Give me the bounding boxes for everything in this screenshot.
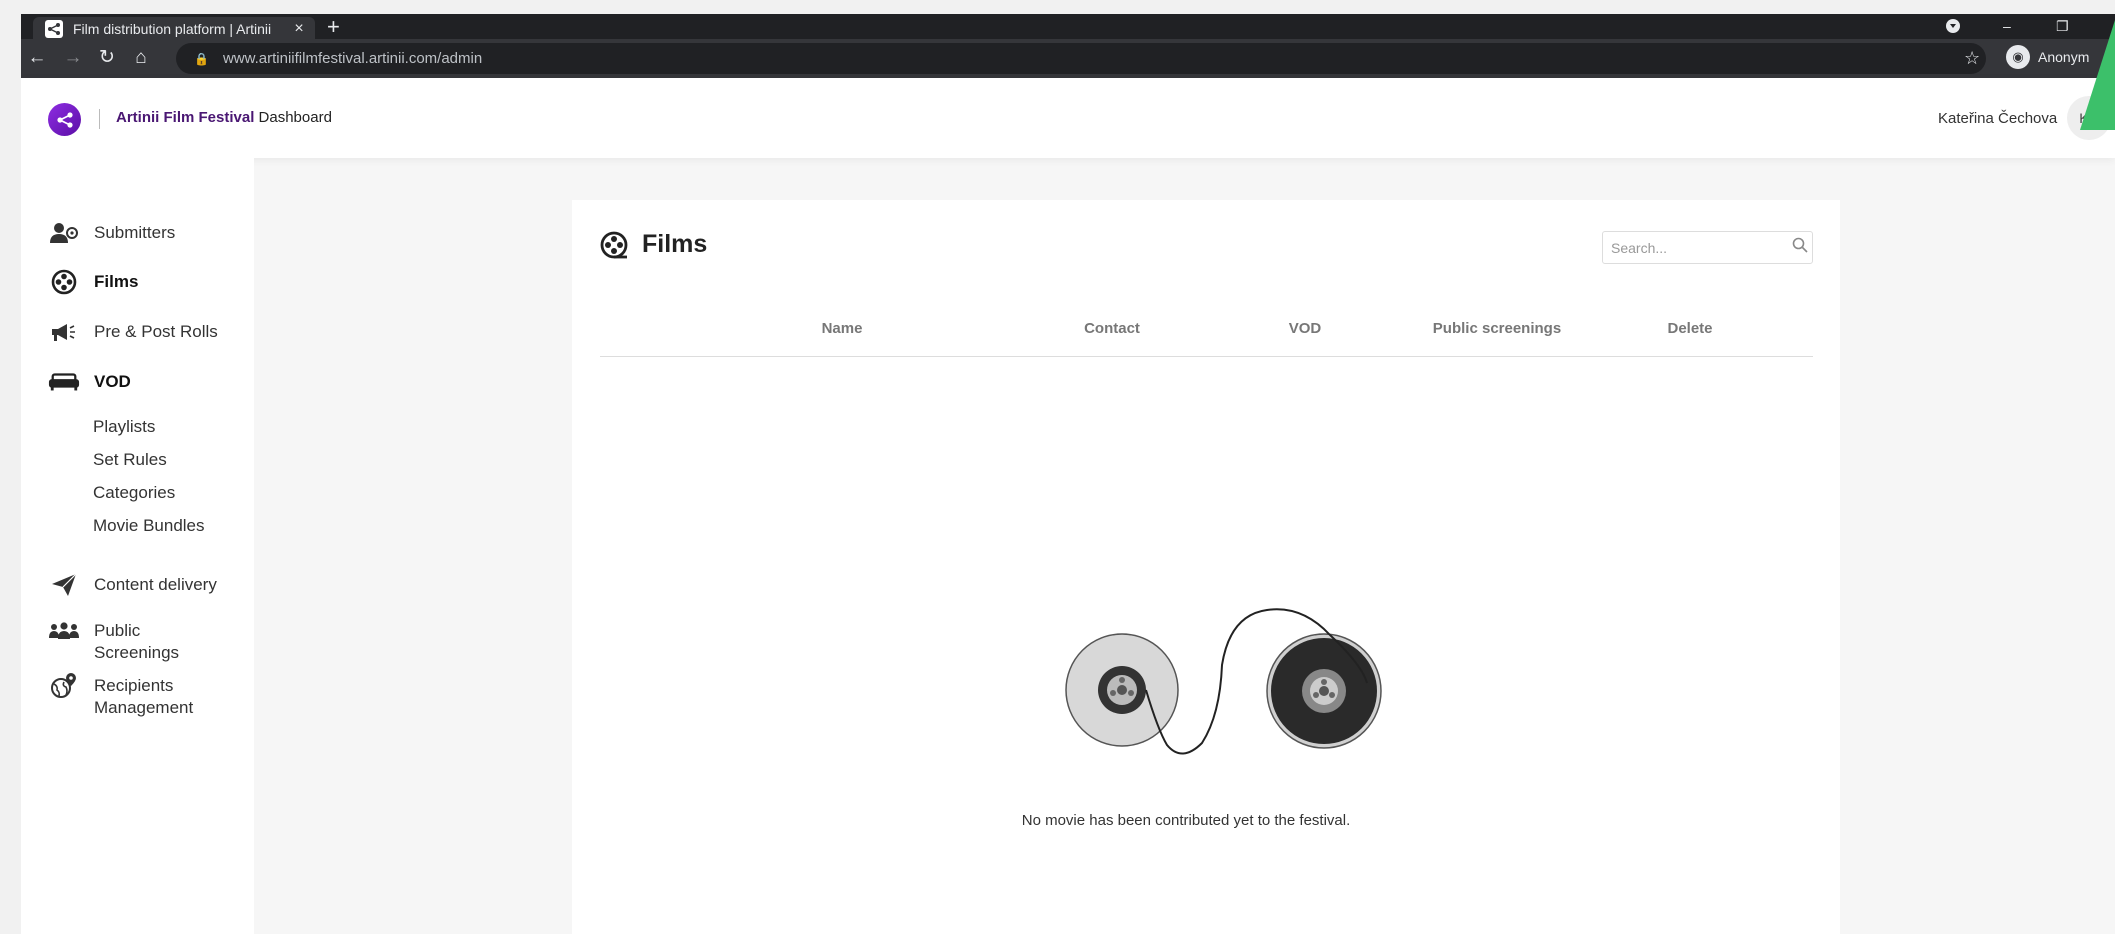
film-reel-icon (600, 231, 628, 259)
sidebar-item-submitters[interactable]: Submitters (48, 221, 175, 245)
artinii-logo-icon[interactable] (48, 103, 81, 136)
sidebar-item-label: Content delivery (94, 575, 217, 594)
incognito-icon: ◉ (2006, 45, 2030, 69)
sidebar-subitem-categories[interactable]: Categories (93, 483, 175, 503)
film-reels-illustration (1062, 605, 1392, 770)
films-card: Films Name Contact VOD Public screenings… (572, 200, 1840, 934)
search-box[interactable] (1602, 231, 1813, 264)
browser-toolbar: ← → ↻ ⌂ 🔒 www.artiniifilmfestival.artini… (21, 39, 2115, 78)
page-title: Films (600, 230, 707, 259)
sidebar-item-vod[interactable]: VOD (48, 370, 131, 394)
table-header: Name Contact VOD Public screenings Delet… (600, 310, 1813, 357)
sidebar-item-films[interactable]: Films (48, 269, 139, 295)
home-icon[interactable]: ⌂ (129, 47, 153, 69)
sidebar-item-label: Public Screenings (94, 621, 180, 662)
back-icon[interactable]: ← (25, 47, 49, 69)
profile-menu-icon[interactable] (1945, 18, 1961, 37)
sidebar-item-label: Pre & Post Rolls (94, 322, 218, 341)
brand-suffix: Dashboard (254, 109, 332, 126)
tab-bar: Film distribution platform | Artinii × +… (21, 14, 2115, 41)
group-icon (48, 619, 80, 643)
sidebar-item-label: VOD (94, 372, 131, 391)
minimize-icon[interactable]: – (2003, 18, 2011, 34)
user-name[interactable]: Kateřina Čechova (1938, 110, 2057, 127)
column-header-delete[interactable]: Delete (1667, 320, 1712, 337)
favicon-icon (45, 20, 63, 38)
couch-icon (48, 370, 80, 394)
column-header-name[interactable]: Name (822, 320, 863, 337)
brand-name: Artinii Film Festival (116, 109, 255, 126)
lock-icon: 🔒 (194, 51, 209, 66)
forward-icon[interactable]: → (61, 47, 85, 69)
sidebar-item-recipients-management[interactable]: Recipients Management (48, 673, 194, 719)
sidebar-subitem-set-rules[interactable]: Set Rules (93, 450, 167, 470)
megaphone-icon (48, 320, 80, 344)
app-header: Artinii Film Festival Dashboard Kateřina… (21, 78, 2115, 158)
column-header-public-screenings[interactable]: Public screenings (1433, 320, 1561, 337)
browser-tab[interactable]: Film distribution platform | Artinii × (33, 17, 315, 41)
sidebar-item-pre-post-rolls[interactable]: Pre & Post Rolls (48, 320, 218, 344)
column-header-vod[interactable]: VOD (1289, 320, 1322, 337)
users-icon (48, 221, 80, 245)
brand-title[interactable]: Artinii Film Festival Dashboard (116, 109, 332, 126)
globe-pin-icon (48, 673, 80, 698)
reload-icon[interactable]: ↻ (95, 47, 119, 69)
column-header-contact[interactable]: Contact (1084, 320, 1140, 337)
empty-state-message: No movie has been contributed yet to the… (572, 812, 1840, 829)
film-reel-icon (48, 269, 80, 295)
url-text: www.artiniifilmfestival.artinii.com/admi… (222, 50, 483, 67)
search-icon[interactable] (1792, 237, 1808, 258)
sidebar-item-content-delivery[interactable]: Content delivery (48, 573, 217, 597)
tab-title: Film distribution platform | Artinii (73, 21, 272, 37)
bookmark-star-icon[interactable]: ☆ (1964, 48, 1980, 69)
address-bar[interactable]: 🔒 www.artiniifilmfestival.artinii.com/ad… (176, 43, 1986, 74)
green-pointer-arrow (2080, 20, 2115, 135)
sidebar-item-public-screenings[interactable]: Public Screenings (48, 619, 179, 664)
restore-icon[interactable]: ❐ (2056, 18, 2069, 35)
incognito-profile[interactable]: ◉ Anonym (2006, 45, 2089, 69)
close-tab-icon[interactable]: × (289, 20, 309, 38)
sidebar-item-label: Films (94, 272, 139, 291)
page-title-text: Films (642, 230, 708, 258)
empty-state-text: No movie has been contributed yet to the… (1021, 812, 1351, 829)
sidebar-item-label: Recipients Management (94, 676, 194, 717)
sidebar-item-label: Submitters (94, 223, 176, 242)
paper-plane-icon (48, 573, 80, 597)
browser-window: Film distribution platform | Artinii × +… (21, 14, 2115, 934)
sidebar-subitem-playlists[interactable]: Playlists (93, 417, 155, 437)
sidebar-subitem-movie-bundles[interactable]: Movie Bundles (93, 516, 205, 536)
new-tab-button[interactable]: + (327, 15, 340, 39)
sidebar: Submitters Films Pre & Post Rolls VOD Pl… (21, 158, 254, 934)
header-divider (99, 109, 100, 129)
search-input[interactable] (1611, 239, 1792, 256)
